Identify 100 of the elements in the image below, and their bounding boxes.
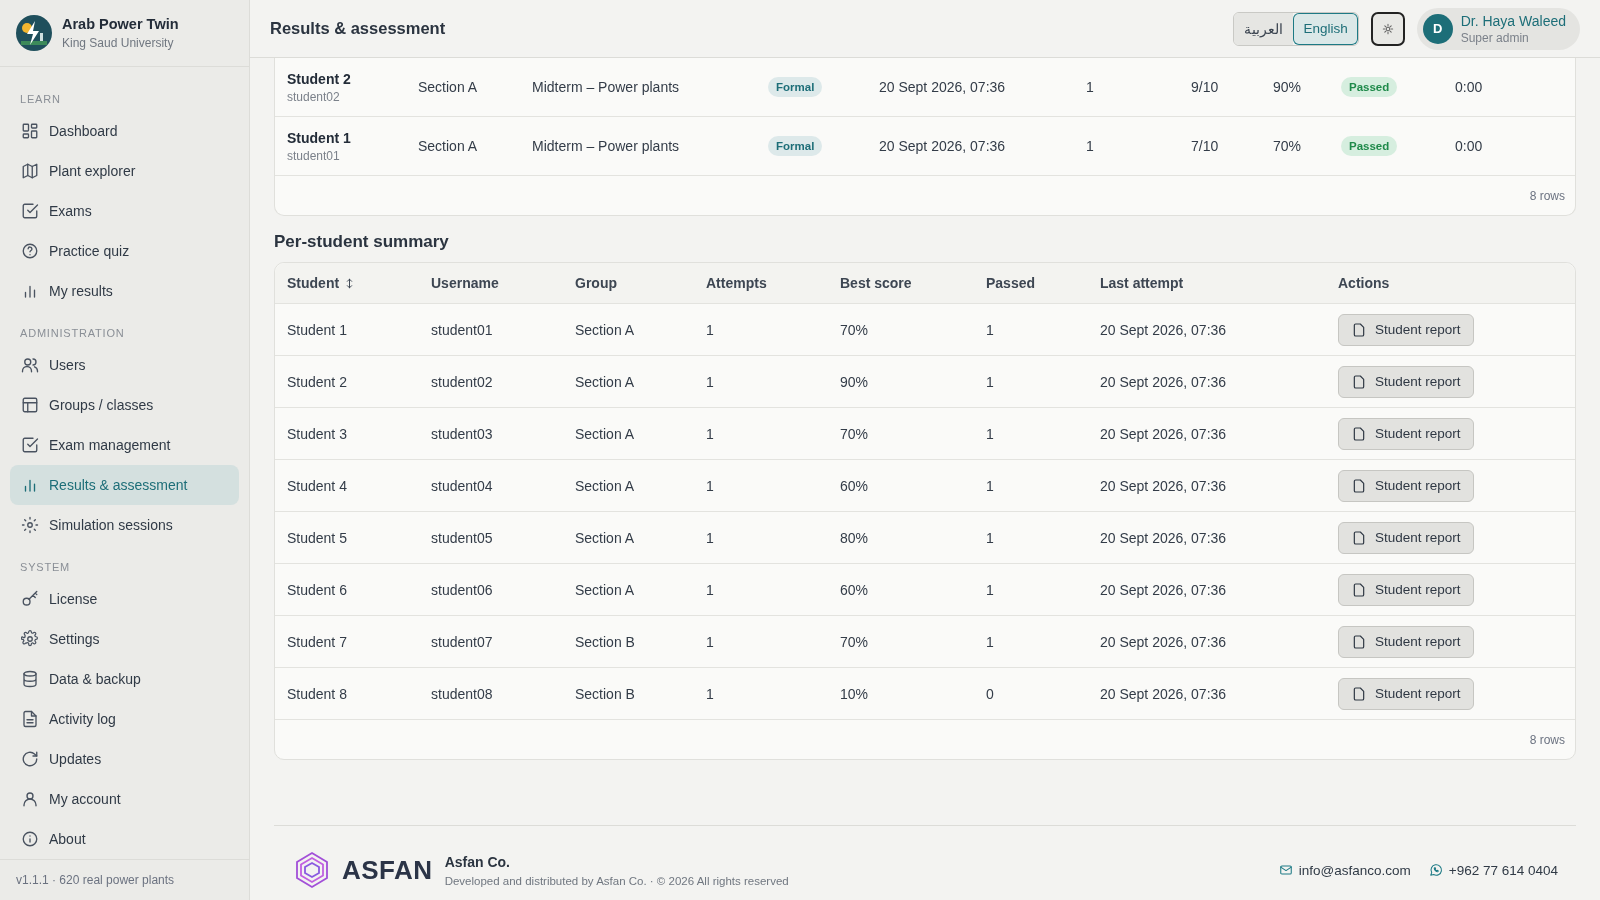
table-cell-text: 60% [840, 581, 870, 598]
table-cell-text: 20 Sept 2026, 07:36 [1100, 425, 1228, 442]
student-report-button[interactable]: Student report [1338, 469, 1474, 502]
exam-type-badge: Formal [768, 77, 823, 97]
table-cell-text: 1 [706, 581, 715, 598]
table-cell-text: student08 [431, 685, 494, 702]
table-cell-text: Student 8 [287, 685, 348, 702]
student-report-button[interactable]: Student report [1338, 677, 1474, 710]
company-name: Asfan Co. [444, 853, 511, 870]
document-icon [1351, 477, 1367, 494]
column-header: Last attempt [1100, 275, 1185, 291]
document-icon [1351, 633, 1367, 650]
nav-item[interactable]: Practice quiz [10, 230, 239, 271]
document-icon [1351, 321, 1367, 338]
section-title: Per-student summary [274, 231, 450, 253]
nav-item[interactable]: Plant explorer [10, 150, 239, 191]
table-cell-text: Student 4 [287, 477, 348, 494]
student-report-button[interactable]: Student report [1338, 417, 1474, 450]
language-tab[interactable]: العربية [1234, 12, 1294, 45]
document-icon [1351, 373, 1367, 390]
table-cell-text: Student 3 [287, 425, 348, 442]
table-cell-text: 1 [706, 685, 715, 702]
sun-icon [21, 515, 39, 534]
row-count: 8 rows [1529, 188, 1565, 203]
table-cell-text: student03 [431, 425, 494, 442]
table-cell-text: student01 [431, 321, 494, 338]
student-report-button[interactable]: Student report [1338, 313, 1474, 346]
nav-item[interactable]: Updates [10, 738, 239, 779]
settings-icon [21, 629, 39, 648]
table-cell-text: student04 [431, 477, 494, 494]
table-cell-text: student06 [431, 581, 494, 598]
nav-item[interactable]: Dashboard [10, 110, 239, 151]
section-label: LEARN [19, 91, 62, 107]
table-cell-text: Section A [575, 425, 636, 442]
section-label: SYSTEM [19, 559, 72, 575]
nav-item[interactable]: License [10, 578, 239, 619]
key-icon [21, 589, 39, 608]
table-cell-text: Section A [575, 373, 636, 390]
nav-item[interactable]: About [10, 818, 239, 859]
table-cell-text: 1 [986, 581, 995, 598]
table-cell-text: 80% [840, 529, 870, 546]
table-cell-text: Student 7 [287, 633, 348, 650]
table-cell-text: 20 Sept 2026, 07:36 [1100, 321, 1228, 338]
nav-item[interactable]: Exam management [10, 424, 239, 465]
student-username: student02 [287, 89, 341, 104]
theme-toggle-button[interactable] [1370, 11, 1405, 46]
student-report-button[interactable]: Student report [1338, 521, 1474, 554]
user-role: Super admin [1460, 30, 1530, 45]
column-header: Attempts [706, 275, 768, 291]
table-cell-text: 20 Sept 2026, 07:36 [1100, 581, 1228, 598]
table-cell-text: 20 Sept 2026, 07:36 [1100, 633, 1228, 650]
table-cell-text: 1 [986, 477, 995, 494]
student-report-button[interactable]: Student report [1338, 625, 1474, 658]
nav-item[interactable]: Exams [10, 190, 239, 231]
nav-item[interactable]: My results [10, 270, 239, 311]
document-icon [1351, 685, 1367, 702]
nav-item[interactable]: Groups / classes [10, 384, 239, 425]
table-cell-text: student07 [431, 633, 494, 650]
table-cell-text: 1 [706, 373, 715, 390]
checkbox-icon [21, 435, 39, 454]
email-link[interactable]: info@asfanco.com [1298, 862, 1411, 878]
chat-phone-icon [1428, 863, 1443, 877]
user-menu[interactable]: D Dr. Haya Waleed Super admin [1416, 7, 1580, 50]
nav-item[interactable]: Simulation sessions [10, 504, 239, 545]
table-cell-text: 20 Sept 2026, 07:36 [1100, 529, 1228, 546]
table-cell-text: Section A [418, 79, 479, 95]
help-icon [21, 241, 39, 260]
table-cell-text: student05 [431, 529, 494, 546]
column-header[interactable]: Student [287, 275, 340, 291]
nav-item[interactable]: Users [10, 344, 239, 385]
student-report-button[interactable]: Student report [1338, 573, 1474, 606]
table-cell-text: Section B [575, 633, 636, 650]
user-name: Dr. Haya Waleed [1460, 12, 1566, 29]
column-header: Group [575, 275, 618, 291]
table-cell-text: 0:00 [1455, 79, 1484, 95]
column-header: Passed [986, 275, 1037, 291]
table-icon [21, 395, 39, 414]
student-username: student01 [287, 148, 341, 163]
nav-item[interactable]: Activity log [10, 698, 239, 739]
table-cell-text: 1 [986, 373, 995, 390]
language-tab[interactable]: English [1293, 12, 1358, 45]
app-subtitle: King Saud University [62, 35, 175, 50]
nav-item[interactable]: Data & backup [10, 658, 239, 699]
table-cell-text: 1 [986, 425, 995, 442]
table-cell-text: 20 Sept 2026, 07:36 [879, 79, 1007, 95]
nav-item[interactable]: My account [10, 778, 239, 819]
table-cell-text: 90% [1273, 79, 1303, 95]
table-cell-text: 10% [840, 685, 870, 702]
nav-item[interactable]: Settings [10, 618, 239, 659]
student-report-button[interactable]: Student report [1338, 365, 1474, 398]
table-cell-text: 1 [706, 425, 715, 442]
nav-item[interactable]: Results & assessment [10, 464, 239, 505]
status-badge: Passed [1341, 136, 1398, 156]
table-cell-text: Student 5 [287, 529, 348, 546]
table-cell-text: Midterm – Power plants [532, 79, 681, 95]
table-cell-text: 1 [706, 321, 715, 338]
table-cell-text: 60% [840, 477, 870, 494]
table-cell-text: 1 [1086, 79, 1095, 95]
table-cell-text: 70% [1273, 138, 1303, 154]
copyright-text: Developed and distributed by Asfan Co. · © 2026 All rights reserved [444, 874, 790, 887]
